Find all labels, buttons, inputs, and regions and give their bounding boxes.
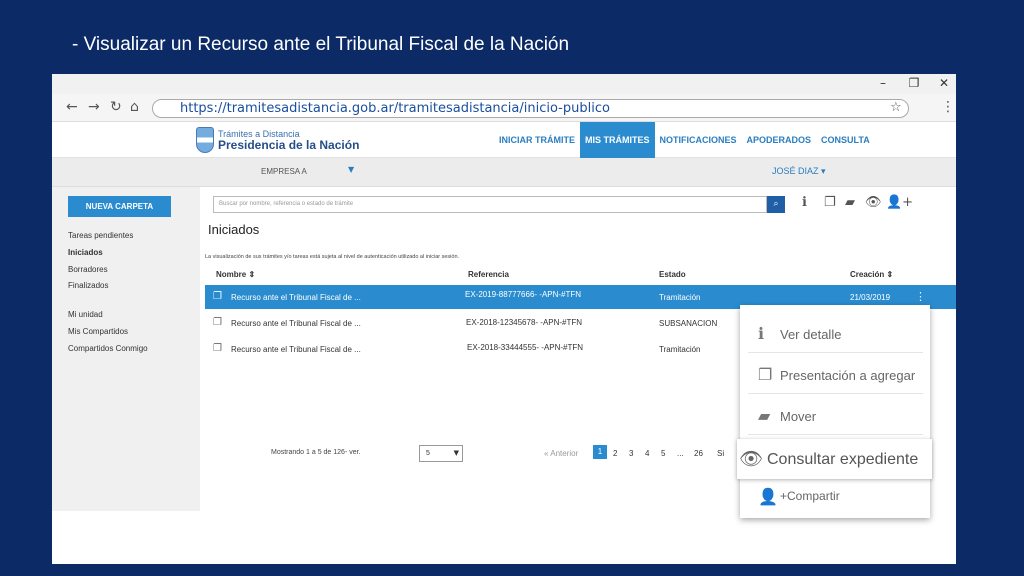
add-user-icon[interactable]: 👤+ [886,195,913,210]
documents-icon: ❐ [758,365,773,384]
page-1[interactable]: 1 [593,445,607,459]
auth-notice: La visualización de sus trámites y/o tar… [205,254,460,260]
info-icon[interactable]: ℹ [802,195,807,210]
sidebar-item-compartidos-conmigo[interactable]: Compartidos Conmigo [68,344,148,353]
page-4[interactable]: 4 [645,449,649,458]
user-menu[interactable]: JOSÉ DIAZ ▾ [772,166,826,177]
cell-nombre: Recurso ante el Tribunal Fiscal de ... [231,293,361,302]
window-titlebar: – ❐ ✕ [52,74,956,94]
menu-item-ver-detalle[interactable]: ℹ Ver detalle [748,313,923,353]
url-input[interactable]: https://tramitesadistancia.gob.ar/tramit… [152,99,909,118]
document-icon: ❐ [213,291,222,302]
menu-item-label: Consultar expediente [767,451,919,468]
chevron-down-icon[interactable]: ▼ [348,165,354,174]
nav-apoderados[interactable]: APODERADOS [742,122,817,158]
sub-header: EMPRESA A ▼ JOSÉ DIAZ ▾ [52,158,956,187]
header-creacion[interactable]: Creación ⇕ [850,270,893,279]
documents-icon[interactable]: ❐ [824,195,836,210]
sidebar-item-finalizados[interactable]: Finalizados [68,281,108,290]
cell-referencia: EX-2018-33444555- -APN-#TFN [467,343,584,352]
page-next[interactable]: Si [717,449,724,458]
menu-item-consultar-expediente[interactable]: 👁 Consultar expediente [737,439,932,479]
row-menu-icon[interactable]: ⋮ [915,290,926,303]
reload-icon[interactable]: ↻ [110,99,122,115]
back-icon[interactable]: ← [66,99,78,115]
site-header: Trámites a Distancia Presidencia de la N… [52,122,956,158]
browser-menu-icon[interactable]: ⋮ [941,99,955,115]
menu-item-compartir[interactable]: 👤 +Compartir [748,480,928,514]
sidebar-item-borradores[interactable]: Borradores [68,265,108,274]
search-button[interactable]: ⌕ [767,196,785,213]
sidebar-item-mi-unidad[interactable]: Mi unidad [68,310,103,319]
pagination-summary: Mostrando 1 a 5 de 126- ver. [271,449,361,456]
cell-estado: SUBSANACION [659,319,718,328]
header-referencia: Referencia [468,270,509,279]
sidebar-item-tareas-pendientes[interactable]: Tareas pendientes [68,231,133,240]
logo-text: Trámites a Distancia Presidencia de la N… [218,129,359,151]
header-estado: Estado [659,270,686,279]
menu-item-mover[interactable]: ▰ Mover [748,395,923,435]
cell-referencia: EX-2019-88777666- -APN-#TFN [465,290,582,299]
forward-icon[interactable]: → [88,99,100,115]
cell-estado: Tramitación [659,293,701,302]
page-prev[interactable]: « Anterior [544,449,578,458]
sidebar-item-iniciados[interactable]: Iniciados [68,248,103,257]
page-2[interactable]: 2 [613,449,617,458]
cell-estado: Tramitación [659,345,701,354]
menu-item-label: Mover [780,409,817,424]
menu-item-label: Ver detalle [780,327,842,342]
header-nombre[interactable]: Nombre ⇕ [216,270,255,279]
cell-referencia: EX-2018-12345678- -APN-#TFN [466,318,583,327]
page-3[interactable]: 3 [629,449,633,458]
close-button[interactable]: ✕ [936,76,952,90]
eye-icon[interactable]: 👁 [865,195,882,210]
cell-nombre: Recurso ante el Tribunal Fiscal de ... [231,345,361,354]
info-icon: ℹ [758,324,765,343]
search-icon: ⌕ [773,199,779,209]
cell-nombre: Recurso ante el Tribunal Fiscal de ... [231,319,361,328]
company-selector[interactable]: EMPRESA A [261,167,307,176]
address-bar: ← → ↻ ⌂ https://tramitesadistancia.gob.a… [52,94,956,122]
chevron-down-icon: ▼ [453,449,459,457]
top-nav: INICIAR TRÁMITE MIS TRÁMITES NOTIFICACIO… [494,122,875,158]
bookmark-star-icon[interactable]: ☆ [890,100,902,115]
document-icon: ❐ [213,317,222,328]
page-5[interactable]: 5 [661,449,665,458]
site-logo[interactable]: Trámites a Distancia Presidencia de la N… [196,124,359,156]
eye-icon: 👁 [739,448,764,470]
sidebar-item-mis-compartidos[interactable]: Mis Compartidos [68,327,128,336]
menu-item-label: Presentación a agregar [780,368,916,383]
shield-icon [196,127,214,153]
nav-consulta[interactable]: CONSULTA [816,122,875,158]
search-input[interactable]: Buscar por nombre, referencia o estado d… [213,196,767,213]
home-icon[interactable]: ⌂ [130,99,139,115]
section-title: Iniciados [208,222,260,237]
page-ellipsis: ... [677,449,684,458]
restore-button[interactable]: ❐ [906,76,922,90]
cell-creacion: 21/03/2019 [850,293,891,302]
folder-icon[interactable]: ▰ [845,195,855,210]
menu-item-label: +Compartir [780,489,840,503]
minimize-button[interactable]: – [875,76,891,90]
sidebar: NUEVA CARPETA Tareas pendientes Iniciado… [52,187,200,511]
nav-iniciar-tramite[interactable]: INICIAR TRÁMITE [494,122,580,158]
document-icon: ❐ [213,343,222,354]
new-folder-button[interactable]: NUEVA CARPETA [68,196,171,217]
nav-mis-tramites[interactable]: MIS TRÁMITES [580,122,655,158]
page-26[interactable]: 26 [694,449,703,458]
page-size-select[interactable]: 5 ▼ [419,445,463,462]
folder-move-icon: ▰ [758,406,771,425]
menu-item-presentacion[interactable]: ❐ Presentación a agregar [748,354,923,394]
page-size-value: 5 [426,450,430,457]
add-user-icon: 👤 [758,487,778,506]
nav-notificaciones[interactable]: NOTIFICACIONES [655,122,742,158]
slide-title: - Visualizar un Recurso ante el Tribunal… [72,34,570,55]
logo-line2: Presidencia de la Nación [218,138,360,152]
